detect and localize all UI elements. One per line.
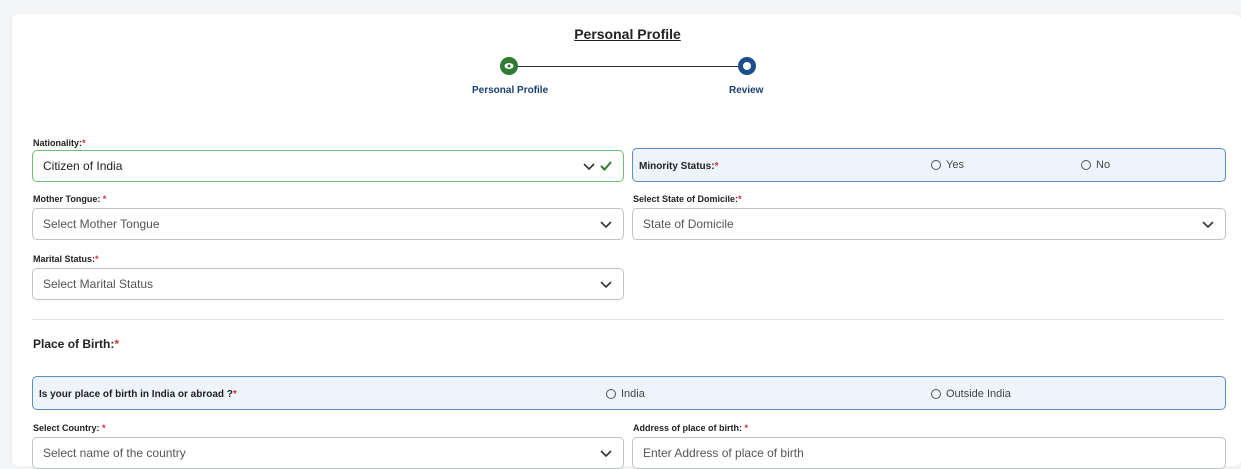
minority-status-group: Minority Status:* Yes No (632, 148, 1226, 182)
nationality-select[interactable]: Citizen of India (32, 150, 624, 182)
radio-icon (931, 160, 941, 170)
radio-icon (931, 389, 941, 399)
birth-place-group: Is your place of birth in India or abroa… (32, 376, 1226, 410)
radio-birth-outside-india[interactable]: Outside India (931, 388, 1011, 400)
chevron-down-icon (600, 221, 612, 229)
domicile-placeholder: State of Domicile (643, 217, 734, 231)
country-label: Select Country: * (33, 423, 106, 433)
chevron-down-icon (600, 281, 612, 289)
stepper-line (515, 66, 745, 67)
marital-status-label: Marital Status:* (33, 254, 99, 264)
country-placeholder: Select name of the country (43, 446, 186, 460)
birth-address-label: Address of place of birth: * (633, 423, 749, 433)
radio-minority-no[interactable]: No (1081, 159, 1110, 171)
radio-icon (1081, 160, 1091, 170)
radio-birth-india[interactable]: India (606, 388, 645, 400)
step-label-review: Review (729, 85, 764, 96)
marital-status-placeholder: Select Marital Status (43, 277, 154, 291)
radio-minority-yes[interactable]: Yes (931, 159, 964, 171)
chevron-down-icon (583, 163, 595, 171)
eye-icon (504, 63, 514, 69)
page-title: Personal Profile (574, 26, 681, 42)
radio-icon (606, 389, 616, 399)
mother-tongue-placeholder: Select Mother Tongue (43, 217, 160, 231)
domicile-select[interactable]: State of Domicile (632, 208, 1226, 240)
nationality-value: Citizen of India (43, 159, 123, 173)
birth-place-question: Is your place of birth in India or abroa… (39, 389, 237, 400)
check-icon (600, 161, 612, 171)
step-review[interactable] (738, 57, 756, 75)
step-label-personal-profile: Personal Profile (472, 85, 549, 96)
mother-tongue-label: Mother Tongue: * (33, 194, 107, 204)
ring-icon (743, 62, 751, 70)
section-divider (32, 319, 1224, 320)
place-of-birth-heading: Place of Birth:* (33, 337, 120, 351)
chevron-down-icon (600, 450, 612, 458)
mother-tongue-select[interactable]: Select Mother Tongue (32, 208, 624, 240)
domicile-label: Select State of Domicile:* (633, 194, 742, 204)
marital-status-select[interactable]: Select Marital Status (32, 268, 624, 300)
birth-address-placeholder: Enter Address of place of birth (643, 446, 804, 460)
birth-address-input[interactable]: Enter Address of place of birth (632, 437, 1226, 469)
nationality-label: Nationality:* (33, 138, 86, 148)
minority-status-label: Minority Status:* (639, 161, 719, 172)
country-select[interactable]: Select name of the country (32, 437, 624, 469)
chevron-down-icon (1202, 221, 1214, 229)
step-personal-profile[interactable] (500, 57, 518, 75)
